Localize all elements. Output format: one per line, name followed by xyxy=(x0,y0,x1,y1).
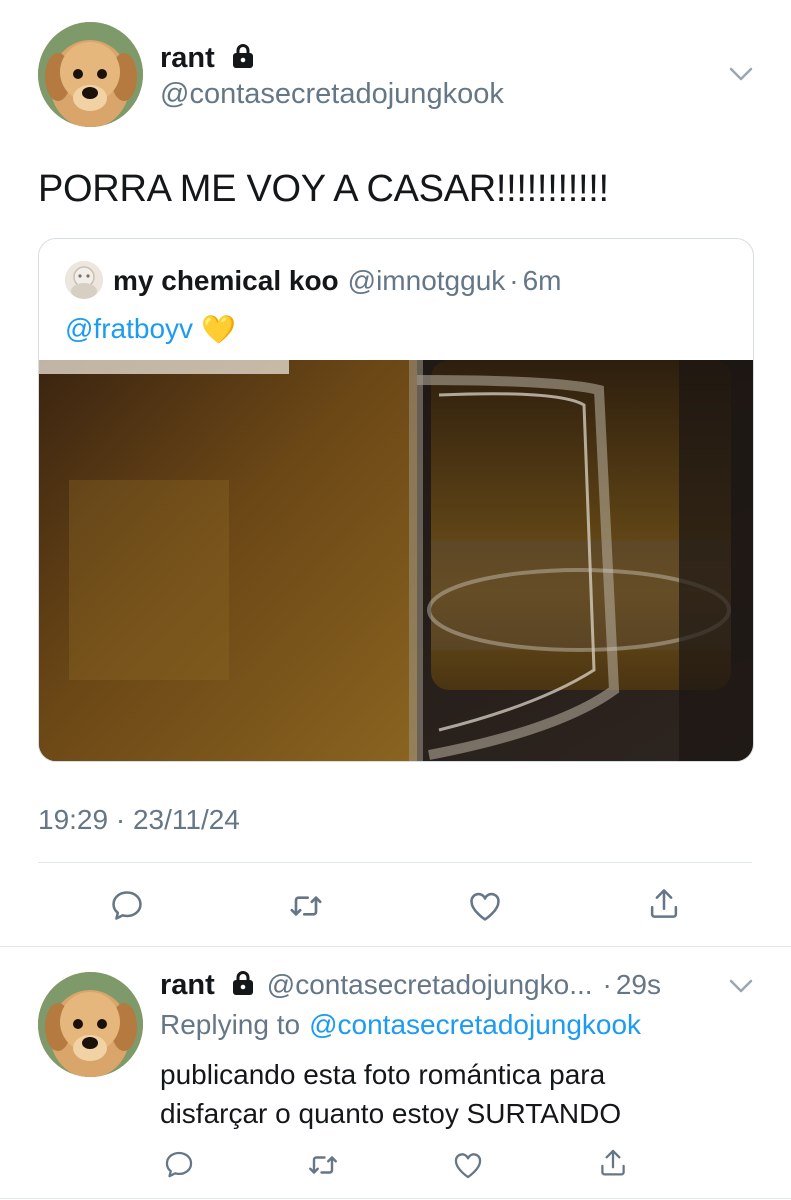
quoted-time: 6m xyxy=(522,265,562,296)
puppy-avatar-icon xyxy=(38,972,143,1077)
reply-text-line-2: disfarçar o quanto estoy SURTANDO xyxy=(160,1098,622,1129)
author-name-row: rant xyxy=(160,38,257,78)
replying-to-line: Replying to @contasecretadojungkook xyxy=(160,1006,641,1044)
divider xyxy=(38,862,752,863)
replying-to-label: Replying to xyxy=(160,1009,301,1040)
reply-share-button[interactable] xyxy=(591,1143,635,1183)
tweet-separator xyxy=(0,946,791,947)
bottom-divider xyxy=(0,1198,791,1199)
retweet-icon xyxy=(290,896,322,916)
reply-header: rant @contasecretadojungko... · 29s xyxy=(160,965,661,1005)
retweet-button[interactable] xyxy=(283,884,329,928)
quoted-photo[interactable] xyxy=(39,360,753,761)
share-icon xyxy=(650,889,678,918)
yellow-heart-emoji: 💛 xyxy=(201,313,236,345)
reply-author-avatar[interactable] xyxy=(38,972,143,1077)
quoted-mention-link[interactable]: @fratboyv xyxy=(65,313,193,345)
reply-text-line-1: publicando esta foto romántica para xyxy=(160,1059,606,1090)
reply-time: 29s xyxy=(615,969,662,1000)
author-handle[interactable]: @contasecretadojungkook xyxy=(160,78,504,111)
tweet-text: PORRA ME VOY A CASAR!!!!!!!!!!! xyxy=(38,168,609,210)
reply-button[interactable] xyxy=(104,884,150,928)
quoted-header: my chemical koo @imnotgguk · 6m xyxy=(113,261,562,301)
author-avatar[interactable] xyxy=(38,22,143,127)
share-button[interactable] xyxy=(641,882,687,926)
lock-icon xyxy=(229,969,257,1002)
quoted-text: @fratboyv 💛 xyxy=(65,309,236,349)
share-icon xyxy=(601,1149,625,1176)
author-name[interactable]: rant xyxy=(160,42,215,75)
puppy-avatar-icon xyxy=(38,22,143,127)
replying-to-handle-link[interactable]: @contasecretadojungkook xyxy=(309,1009,641,1041)
like-button[interactable] xyxy=(462,884,508,928)
reply-icon xyxy=(165,1151,193,1178)
quoted-separator: · xyxy=(509,265,519,296)
quoted-author-name[interactable]: my chemical koo xyxy=(113,265,339,297)
like-icon xyxy=(454,1153,482,1179)
reply-reply-button[interactable] xyxy=(157,1145,201,1185)
reply-author-name[interactable]: rant xyxy=(160,969,215,1002)
reply-like-button[interactable] xyxy=(446,1145,490,1185)
quoted-author-avatar[interactable] xyxy=(65,261,103,299)
chevron-down-icon[interactable] xyxy=(727,64,755,89)
quoted-author-handle[interactable]: @imnotgguk xyxy=(348,265,506,297)
lock-icon xyxy=(229,42,257,75)
reply-author-handle[interactable]: @contasecretadojungko... xyxy=(267,969,593,1001)
reply-retweet-button[interactable] xyxy=(301,1145,345,1185)
like-icon xyxy=(470,892,500,921)
reply-icon xyxy=(112,891,142,920)
reply-separator: · xyxy=(602,969,612,1000)
quoted-tweet-card[interactable]: my chemical koo @imnotgguk · 6m @fratboy… xyxy=(38,238,754,762)
tweet-timestamp[interactable]: 19:29 · 23/11/24 xyxy=(38,804,240,836)
quoted-avatar-icon xyxy=(65,261,103,299)
chevron-down-icon[interactable] xyxy=(727,976,755,1001)
beer-mugs-photo-icon xyxy=(39,360,753,761)
retweet-icon xyxy=(309,1156,337,1174)
